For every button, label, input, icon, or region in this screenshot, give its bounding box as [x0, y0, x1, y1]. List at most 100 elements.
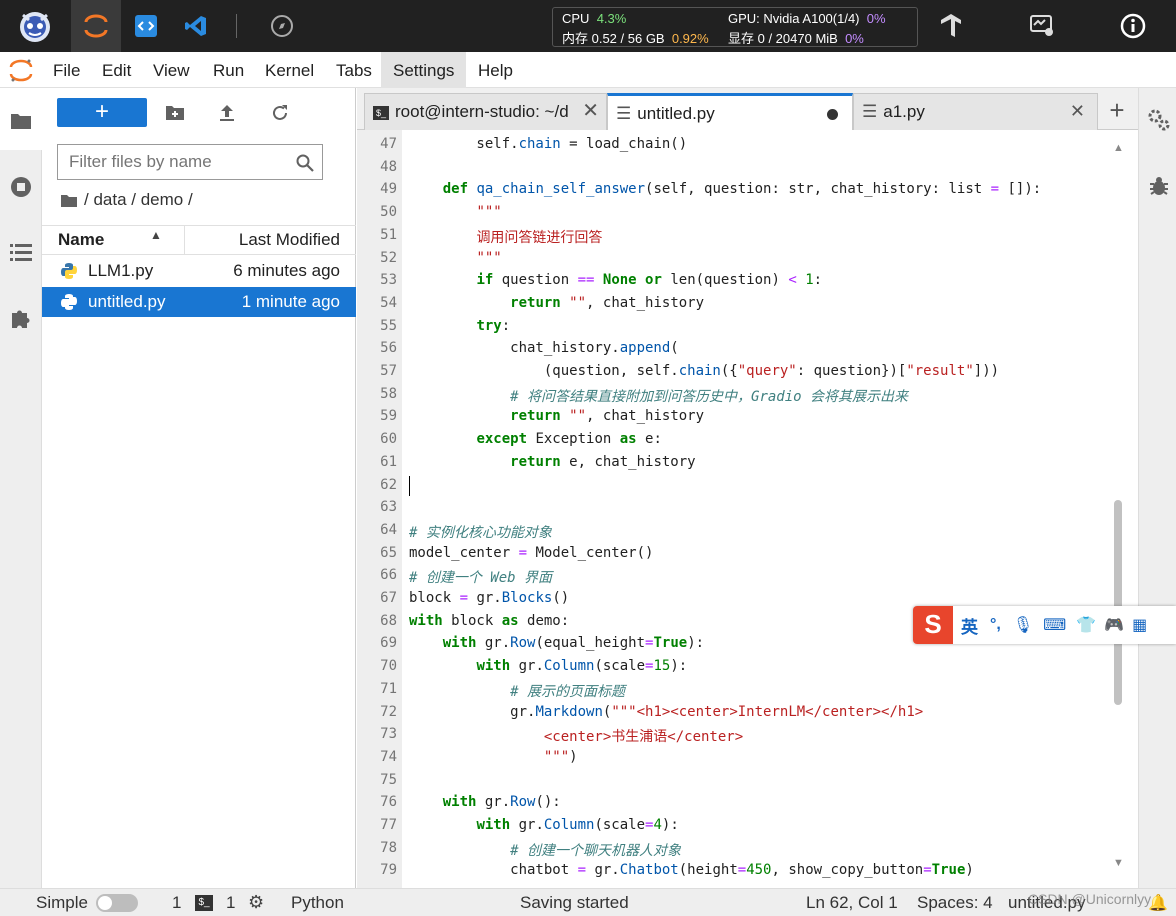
keyboard-icon[interactable]: ⌨ — [1043, 615, 1066, 635]
toc-list-icon[interactable] — [0, 231, 42, 273]
code-line[interactable]: block = gr.Blocks() — [409, 590, 569, 606]
code-line[interactable]: """ — [409, 250, 501, 266]
code-line[interactable]: return "", chat_history — [409, 408, 704, 424]
running-stop-icon[interactable] — [0, 166, 42, 208]
column-name[interactable]: Name — [58, 230, 104, 250]
vscode-icon[interactable] — [171, 0, 221, 52]
ime-language[interactable]: 英 — [961, 613, 978, 638]
file-row-selected[interactable]: untitled.py 1 minute ago — [42, 287, 356, 317]
menu-file[interactable]: File — [53, 52, 80, 88]
new-launcher-button[interactable]: + — [57, 98, 147, 127]
punctuation-icon[interactable]: °, — [990, 616, 1001, 634]
breadcrumb-path[interactable]: / data / demo / — [84, 190, 193, 210]
status-bar: Simple 1 $_ 1 ⚙ Python Saving started Ln… — [0, 888, 1176, 916]
extension-puzzle-icon[interactable] — [0, 297, 42, 339]
code-line[interactable]: <center>书生浦语</center> — [409, 726, 743, 746]
code-line[interactable]: with gr.Row(): — [409, 794, 561, 810]
code-line[interactable]: with gr.Row(equal_height=True): — [409, 635, 704, 651]
code-line[interactable]: return e, chat_history — [409, 454, 695, 470]
code-line[interactable]: # 创建一个聊天机器人对象 — [409, 840, 681, 860]
code-line[interactable]: 调用问答链进行回答 — [409, 227, 602, 247]
line-number: 48 — [380, 158, 397, 175]
line-number: 56 — [380, 340, 397, 357]
top-bar: CPU 4.3% 内存 0.52 / 56 GB 0.92% GPU: Nvid… — [0, 0, 1176, 52]
code-line[interactable]: # 将问答结果直接附加到问答历史中，Gradio 会将其展示出来 — [409, 386, 908, 406]
notification-bell-icon[interactable]: 🔔 — [1148, 893, 1168, 913]
tensorflow-icon[interactable] — [926, 0, 976, 52]
code-line[interactable]: model_center = Model_center() — [409, 545, 653, 561]
filter-files-input[interactable] — [57, 144, 323, 180]
code-line[interactable]: (question, self.chain({"query": question… — [409, 363, 999, 379]
code-line[interactable]: with gr.Column(scale=4): — [409, 817, 678, 833]
line-number: 64 — [380, 521, 397, 538]
menu-edit[interactable]: Edit — [102, 52, 131, 88]
add-tab-icon[interactable]: + — [1102, 94, 1132, 128]
close-icon[interactable]: ✕ — [1070, 94, 1085, 129]
upload-icon[interactable] — [216, 102, 238, 124]
new-folder-icon[interactable] — [164, 102, 186, 124]
terminal-count[interactable]: 1 — [172, 893, 181, 913]
code-line[interactable]: chatbot = gr.Chatbot(height=450, show_co… — [409, 862, 974, 878]
kernel-chip-icon[interactable]: ⚙ — [248, 892, 264, 913]
property-inspector-gears-icon[interactable] — [1147, 108, 1171, 137]
game-icon[interactable]: 🎮 — [1104, 615, 1124, 635]
line-number: 76 — [380, 794, 397, 811]
tab-terminal[interactable]: $_ root@intern-studio: ~/d ✕ — [364, 93, 607, 130]
menu-tabs[interactable]: Tabs — [336, 52, 372, 88]
sogou-logo-icon[interactable]: S — [913, 606, 953, 644]
menu-help[interactable]: Help — [478, 52, 513, 88]
monitor-settings-icon[interactable] — [1017, 0, 1067, 52]
column-last-modified[interactable]: Last Modified — [239, 230, 340, 250]
unsaved-dot-icon[interactable] — [827, 109, 838, 120]
cursor-position[interactable]: Ln 62, Col 1 — [806, 893, 898, 913]
debugger-bug-icon[interactable] — [1148, 175, 1170, 202]
code-line[interactable]: """) — [409, 749, 578, 765]
menu-settings[interactable]: Settings — [381, 52, 467, 88]
tab-untitled-py[interactable]: ☰ untitled.py — [607, 93, 853, 131]
scrollbar-thumb[interactable] — [1114, 500, 1122, 705]
sort-ascending-icon: ▲ — [150, 228, 162, 242]
breadcrumb[interactable]: / data / demo / — [60, 190, 193, 210]
jupyter-icon[interactable] — [71, 0, 121, 52]
code-line[interactable]: chat_history.append( — [409, 340, 679, 356]
scroll-down-icon[interactable]: ▼ — [1113, 857, 1124, 869]
code-line[interactable]: def qa_chain_self_answer(self, question:… — [409, 181, 1041, 197]
terminal-icon[interactable]: $_ — [195, 895, 213, 911]
terminal-icon: $_ — [373, 105, 389, 120]
close-icon[interactable]: ✕ — [582, 94, 599, 129]
skin-shirt-icon[interactable]: 👕 — [1076, 615, 1096, 635]
scroll-up-icon[interactable]: ▲ — [1113, 142, 1124, 154]
compass-icon[interactable] — [257, 0, 307, 52]
code-line[interactable]: with block as demo: — [409, 613, 569, 629]
code-editor[interactable]: 47 48 49 50 51 52 53 54 55 56 57 58 59 60 61 62 63 64 65 66… — [357, 130, 1138, 888]
code-line[interactable]: # 展示的页面标题 — [409, 681, 625, 701]
code-line[interactable]: with gr.Column(scale=15): — [409, 658, 687, 674]
code-line[interactable]: # 实例化核心功能对象 — [409, 522, 552, 542]
code-line[interactable]: return "", chat_history — [409, 295, 704, 311]
simple-mode-toggle[interactable] — [96, 894, 138, 912]
menu-kernel[interactable]: Kernel — [265, 52, 314, 88]
file-row[interactable]: LLM1.py 6 minutes ago — [42, 256, 356, 286]
folder-icon[interactable] — [0, 100, 42, 142]
indent-spaces[interactable]: Spaces: 4 — [917, 893, 993, 913]
code-line[interactable]: # 创建一个 Web 界面 — [409, 567, 552, 587]
microphone-icon[interactable]: 🎙 — [1013, 615, 1033, 635]
menu-run[interactable]: Run — [213, 52, 244, 88]
code-line[interactable]: try: — [409, 318, 510, 334]
kernel-count[interactable]: 1 — [226, 893, 235, 913]
menu-view[interactable]: View — [153, 52, 190, 88]
code-line[interactable]: except Exception as e: — [409, 431, 661, 447]
code-line[interactable]: self.chain = load_chain() — [409, 136, 687, 152]
kernel-name[interactable]: Python — [291, 893, 344, 913]
refresh-icon[interactable] — [269, 102, 291, 124]
status-message: Saving started — [520, 893, 629, 912]
ime-toolbar[interactable]: S 英 °, 🎙 ⌨ 👕 🎮 ▦ — [913, 606, 1176, 644]
toolbox-grid-icon[interactable]: ▦ — [1132, 615, 1147, 635]
info-icon[interactable] — [1108, 0, 1158, 52]
intern-logo-icon[interactable] — [10, 0, 60, 52]
tab-a1-py[interactable]: ☰ a1.py ✕ — [853, 93, 1098, 130]
code-line[interactable]: gr.Markdown("""<h1><center>InternLM</cen… — [409, 704, 923, 720]
code-line[interactable]: """ — [409, 204, 501, 220]
code-line[interactable]: if question == None or len(question) < 1… — [409, 272, 822, 288]
code-server-icon[interactable] — [121, 0, 171, 52]
